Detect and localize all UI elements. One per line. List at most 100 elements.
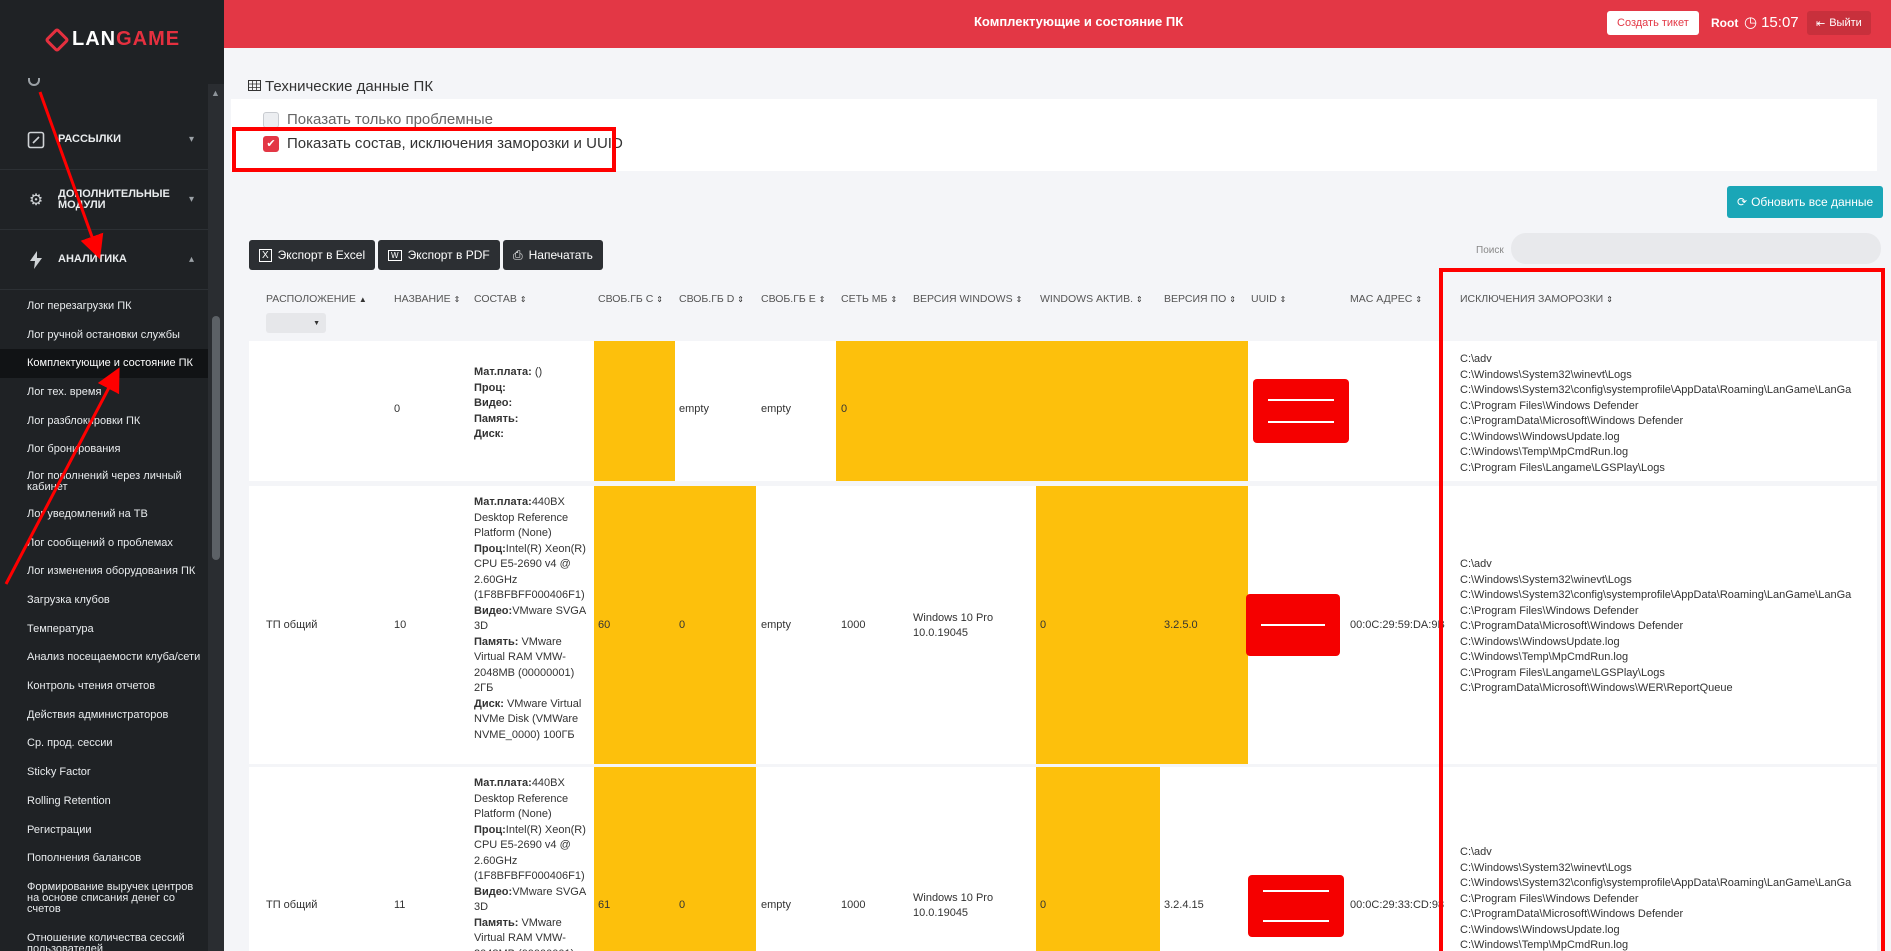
clock: ◷ 15:07 [1744,13,1799,32]
col-free-c[interactable]: СВОБ.ГБ C ⇕ [598,293,663,305]
uuid-redacted [1248,875,1344,937]
sidebar-item-club-load[interactable]: Загрузка клубов [0,586,208,615]
sort-icon: ⇕ [453,294,461,304]
cell-windows-version: Windows 10 Pro 10.0.19045 [913,612,994,639]
user-name: Root [1711,16,1739,30]
print-label: Напечатать [528,248,593,262]
export-excel-button[interactable]: X Экспорт в Excel [249,240,376,270]
sidebar-item-attendance[interactable]: Анализ посещаемости клуба/сети [0,644,208,673]
logo-game: GAME [116,28,181,50]
clock-time: 15:07 [1761,13,1799,31]
cell-composition: Мат.плата:440BX Desktop Reference Platfo… [474,496,586,741]
cell-net: 1000 [841,619,866,631]
cell-composition: Мат.плата: () Проц: Видео: Память: Диск: [474,366,543,440]
sort-icon: ⇕ [519,294,527,304]
sidebar-item-mailings[interactable]: РАССЫЛКИ ▾ [0,110,208,170]
cell-free-d: empty [679,403,709,415]
cell-free-e: empty [761,619,791,631]
sidebar-item-pc-reboot-log[interactable]: Лог перезагрузки ПК [0,292,208,321]
search-input[interactable] [1511,233,1881,264]
analytics-submenu: Лог перезагрузки ПК Лог ручной остановки… [0,292,208,951]
sidebar-item-components[interactable]: Комплектующие и состояние ПК [0,349,208,379]
sidebar-item-modules[interactable]: ⚙ ДОПОЛНИТЕЛЬНЫЕ МОДУЛИ ▾ [0,170,208,230]
sidebar-item-hw-change-log[interactable]: Лог изменения оборудования ПК [0,558,208,587]
search-label: Поиск [1476,245,1504,256]
sidebar-item-balance-topups[interactable]: Пополнения балансов [0,844,208,873]
refresh-all-button[interactable]: ⟳ Обновить все данные [1727,186,1884,218]
sort-icon: ⇕ [818,294,826,304]
cell-free-d: 0 [679,619,686,631]
logout-button[interactable]: ⇤ Выйти [1807,11,1871,35]
export-excel-label: Экспорт в Excel [277,248,366,262]
annotation-box-exclusions [1439,268,1885,951]
pdf-icon: W [388,249,402,261]
cell-net: 1000 [841,899,866,911]
col-free-d[interactable]: СВОБ.ГБ D ⇕ [679,293,744,305]
col-free-e[interactable]: СВОБ.ГБ E ⇕ [761,293,825,305]
col-windows-activation[interactable]: WINDOWS АКТИВ. ⇕ [1040,293,1143,305]
cell-net: 0 [841,403,848,415]
sort-icon: ⇕ [1279,294,1287,304]
sidebar-item-service-stop-log[interactable]: Лог ручной остановки службы [0,321,208,350]
logout-label: Выйти [1829,17,1862,29]
excel-icon: X [259,248,272,262]
cell-name: 10 [394,619,407,631]
cell-name: 11 [394,899,406,911]
sidebar-item-problems-log[interactable]: Лог сообщений о проблемах [0,529,208,558]
cell-software-version: 3.2.5.0 [1164,619,1198,631]
sidebar-item-report-reading[interactable]: Контроль чтения отчетов [0,672,208,701]
opt-problems-label: Показать только проблемные [287,111,493,128]
opt-problems[interactable]: Показать только проблемные [263,111,493,128]
highlight-cell [594,767,675,951]
logo: LANGAME [44,26,181,53]
highlight-cell [675,486,756,764]
create-ticket-button[interactable]: Создать тикет [1607,11,1699,35]
col-software-version[interactable]: ВЕРСИЯ ПО ⇕ [1164,293,1236,305]
sort-icon: ⇕ [1415,294,1423,304]
cell-windows-activation: 0 [1040,619,1047,631]
highlight-cell [675,767,756,951]
clock-icon: ◷ [1744,14,1758,31]
sidebar-item-temperature[interactable]: Температура [0,615,208,644]
problems-checkbox[interactable] [263,111,279,128]
cell-name: 0 [394,403,401,415]
col-composition[interactable]: СОСТАВ ⇕ [474,293,527,305]
annotation-box-checkbox [232,127,616,172]
sidebar-item-registrations[interactable]: Регистрации [0,816,208,845]
sidebar-item-unlock-log[interactable]: Лог разблокировки ПК [0,407,208,436]
sidebar-item-session-ratio[interactable]: Отношение количества сессий пользователе… [0,923,208,951]
print-button[interactable]: ⎙ Напечатать [503,240,603,270]
cell-free-c: 60 [598,619,611,631]
chevron-down-icon: ▾ [188,194,194,205]
col-net[interactable]: СЕТЬ МБ ⇕ [841,293,897,305]
sidebar-item-revenue[interactable]: Формирование выручек центров на основе с… [0,873,208,923]
scroll-up-icon[interactable]: ▲ [211,88,220,98]
logout-icon: ⇤ [1816,17,1826,30]
highlight-cell [594,341,675,481]
sidebar-item-avg-session[interactable]: Ср. прод. сессии [0,730,208,759]
section-title-text: Технические данные ПК [265,78,434,95]
sidebar-item-tech-time-log[interactable]: Лог тех. время [0,378,208,407]
sidebar-item-booking-log[interactable]: Лог бронирования [0,435,208,464]
bolt-icon [26,250,46,270]
logo-icon [44,26,70,53]
cell-location: ТП общий [266,619,318,631]
sidebar-item-label: РАССЫЛКИ [58,133,122,145]
cell-free-e: empty [761,403,791,415]
col-name[interactable]: НАЗВАНИЕ ⇕ [394,293,460,305]
export-pdf-button[interactable]: W Экспорт в PDF [378,240,500,270]
col-uuid[interactable]: UUID ⇕ [1251,293,1286,305]
sidebar-item-analytics[interactable]: АНАЛИТИКА ▴ [0,230,208,290]
sidebar-item-rolling-retention[interactable]: Rolling Retention [0,787,208,816]
sidebar-item-tv-notify-log[interactable]: Лог уведомлений на ТВ [0,500,208,529]
sidebar-item-admin-actions[interactable]: Действия администраторов [0,701,208,730]
sidebar-item-label: АНАЛИТИКА [58,253,127,265]
sidebar: LANGAME РАССЫЛКИ ▾ ⚙ ДОПОЛНИТЕЛЬНЫЕ МОДУ… [0,0,224,951]
col-location[interactable]: РАСПОЛОЖЕНИЕ ▲ [266,293,367,305]
sidebar-item-sticky-factor[interactable]: Sticky Factor [0,758,208,787]
col-mac[interactable]: MAC АДРЕС ⇕ [1350,293,1422,305]
col-windows-version[interactable]: ВЕРСИЯ WINDOWS ⇕ [913,293,1022,305]
sidebar-scroll-thumb[interactable] [212,316,220,560]
sidebar-item-topup-log[interactable]: Лог пополнений через личный кабинет [0,464,208,500]
location-filter-select[interactable]: ▼ [266,313,326,333]
